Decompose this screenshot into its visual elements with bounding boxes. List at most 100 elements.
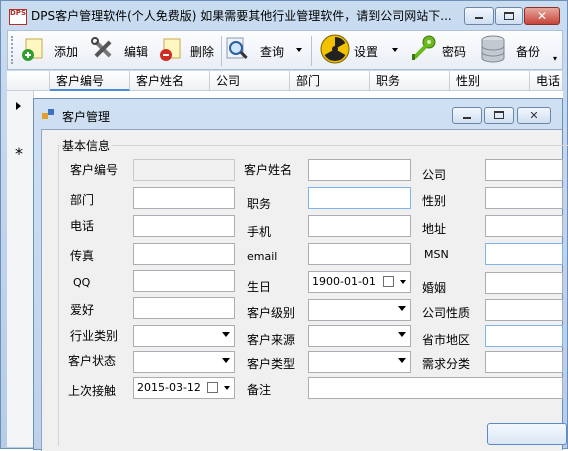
address-field[interactable] (485, 215, 563, 237)
gender-field[interactable] (485, 187, 563, 209)
last-contact-value: 2015-03-12 (137, 381, 201, 394)
marriage-field[interactable] (485, 272, 563, 294)
position-field[interactable] (308, 187, 411, 209)
birthday-date-picker[interactable]: 1900-01-01 (308, 271, 411, 293)
app-logo-text: DPS (10, 9, 26, 17)
column-header[interactable]: 职务 (370, 71, 450, 91)
minimize-icon (475, 17, 483, 19)
current-row-arrow-icon (16, 102, 21, 110)
column-header[interactable]: 客户编号 (50, 71, 130, 91)
customer-type-select[interactable] (308, 351, 411, 373)
department-label: 部门 (70, 193, 95, 207)
maximize-icon (494, 111, 504, 119)
column-header[interactable]: 性别 (450, 71, 530, 91)
column-header[interactable]: 客户姓名 (130, 71, 210, 91)
company-label: 公司 (422, 168, 447, 182)
dialog-icon (42, 109, 54, 121)
window-title: DPS客户管理软件(个人免费版) 如果需要其他行业管理软件，请到公司网站下... (31, 9, 452, 23)
dialog-title: 客户管理 (62, 110, 111, 124)
dialog-minimize-button[interactable] (452, 107, 482, 124)
add-button[interactable]: 添加 (20, 34, 82, 68)
msn-field[interactable] (485, 243, 563, 265)
birthday-value: 1900-01-01 (312, 275, 376, 288)
minimize-button[interactable] (464, 7, 494, 25)
delete-button[interactable]: 删除 (158, 34, 220, 68)
column-header[interactable]: 公司 (210, 71, 290, 91)
customer-no-field[interactable] (133, 159, 235, 181)
industry-label: 行业类别 (70, 329, 119, 343)
backup-label: 备份 (516, 45, 541, 59)
region-field[interactable] (485, 325, 563, 347)
hobby-field[interactable] (133, 297, 235, 319)
chevron-down-icon (398, 306, 406, 311)
mobile-field[interactable] (308, 215, 411, 237)
company-nature-field[interactable] (485, 299, 563, 321)
department-field[interactable] (133, 187, 235, 209)
partially-visible-button[interactable] (487, 423, 567, 445)
customer-status-select[interactable] (133, 351, 235, 373)
remark-field[interactable] (308, 377, 563, 399)
toolbar-overflow-icon[interactable]: ▾ (553, 55, 561, 63)
add-icon (22, 38, 43, 61)
chevron-down-icon (222, 332, 230, 337)
query-dropdown-arrow[interactable] (296, 48, 302, 52)
msn-label: MSN (424, 248, 449, 261)
password-label: 密码 (442, 45, 467, 59)
close-button[interactable]: ✕ (524, 7, 560, 25)
industry-select[interactable] (133, 325, 235, 347)
magnifier-icon (226, 37, 248, 59)
dialog-client-area: 基本信息 客户编号 客户姓名 公司 部门 职务 性别 电话 手机 地址 传真 e… (41, 129, 568, 451)
toolbar-separator (311, 36, 312, 66)
backup-button[interactable]: 备份 (478, 34, 542, 68)
last-contact-date-picker[interactable]: 2015-03-12 (133, 377, 235, 399)
close-icon: ✕ (529, 109, 539, 122)
column-header[interactable]: 部门 (290, 71, 370, 91)
close-icon: ✕ (536, 9, 548, 23)
company-nature-label: 公司性质 (422, 306, 471, 320)
database-icon (481, 35, 505, 63)
toolbar: 添加 编辑 删除 查询 设置 密码 备份 ▾ (7, 30, 563, 70)
customer-type-label: 客户类型 (247, 357, 296, 371)
radiation-icon (320, 34, 350, 64)
add-label: 添加 (54, 45, 79, 59)
customer-level-select[interactable] (308, 299, 411, 321)
last-contact-label: 上次接触 (68, 384, 117, 398)
marriage-label: 婚姻 (422, 281, 447, 295)
calendar-icon (383, 276, 394, 287)
customer-source-label: 客户来源 (247, 333, 296, 347)
customer-name-label: 客户姓名 (244, 163, 293, 177)
customer-status-label: 客户状态 (68, 354, 117, 368)
dialog-maximize-button[interactable] (484, 107, 514, 124)
customer-source-select[interactable] (308, 325, 411, 347)
qq-field[interactable] (133, 270, 235, 292)
toolbar-grip (11, 36, 16, 64)
column-header[interactable]: 电话 (530, 71, 563, 91)
title-bar[interactable]: DPS DPS客户管理软件(个人免费版) 如果需要其他行业管理软件，请到公司网站… (1, 1, 567, 29)
phone-field[interactable] (133, 215, 235, 237)
maximize-icon (504, 12, 514, 20)
demand-category-field[interactable] (485, 351, 563, 373)
fax-field[interactable] (133, 243, 235, 265)
app-logo-icon: DPS (9, 9, 27, 25)
query-button[interactable]: 查询 (224, 34, 288, 68)
edit-tools-icon (91, 37, 112, 58)
customer-name-field[interactable] (308, 159, 411, 181)
maximize-button[interactable] (495, 7, 523, 25)
password-button[interactable]: 密码 (404, 34, 474, 68)
settings-label: 设置 (354, 45, 379, 59)
settings-dropdown-arrow[interactable] (392, 48, 398, 52)
email-field[interactable] (308, 243, 411, 265)
dialog-close-button[interactable]: ✕ (517, 107, 551, 124)
email-label: email (247, 250, 278, 263)
edit-button[interactable]: 编辑 (90, 34, 154, 68)
delete-label: 删除 (190, 45, 215, 59)
new-row-marker: * (15, 144, 23, 163)
region-label: 省市地区 (422, 333, 471, 347)
keys-icon (412, 35, 436, 60)
company-field[interactable] (485, 159, 563, 181)
mobile-label: 手机 (247, 225, 272, 239)
edit-label: 编辑 (124, 45, 149, 59)
customer-level-label: 客户级别 (247, 306, 296, 320)
group-title: 基本信息 (60, 137, 113, 154)
settings-button[interactable]: 设置 (316, 34, 386, 68)
